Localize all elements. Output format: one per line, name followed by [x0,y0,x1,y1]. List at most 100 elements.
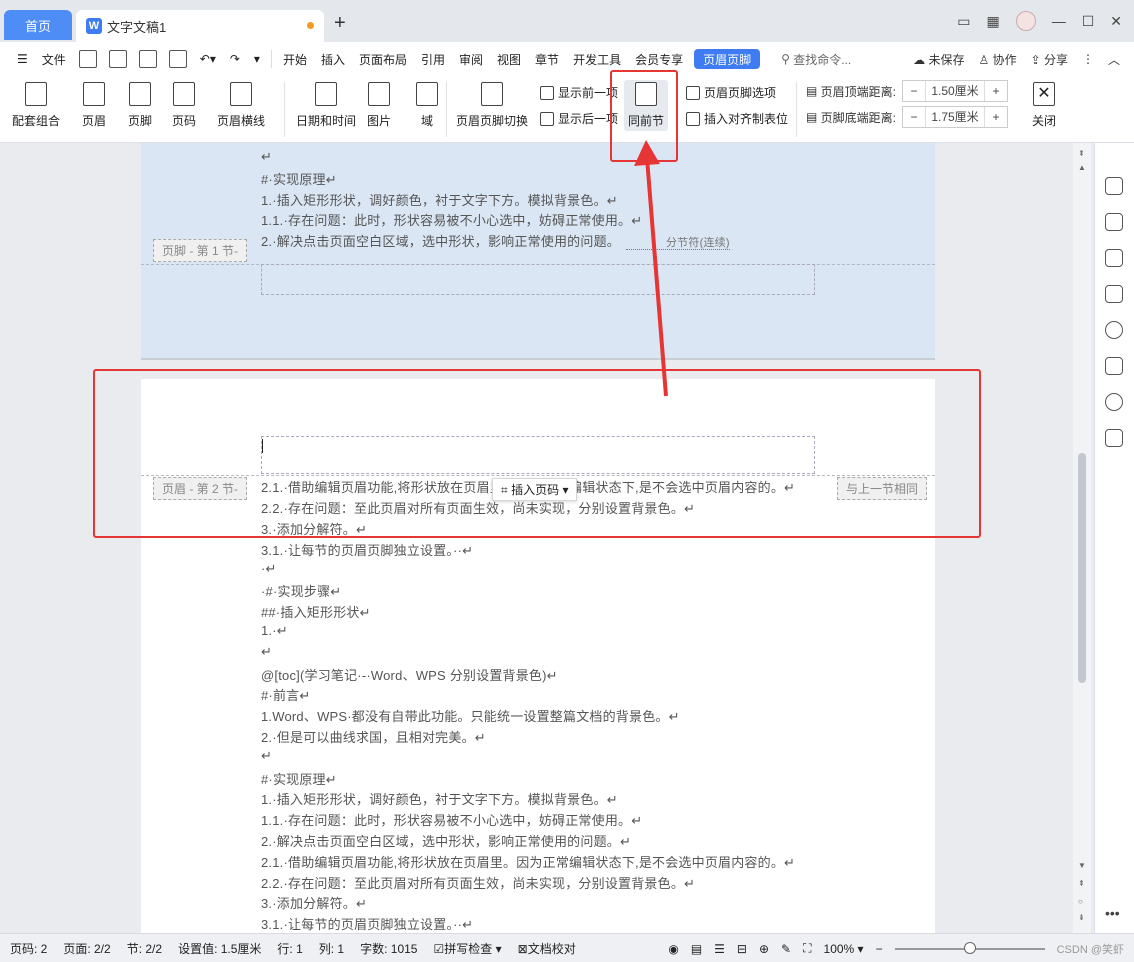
grid-view-icon[interactable]: ▦ [986,13,999,30]
decrease-icon[interactable]: − [903,84,925,98]
export-pdf-icon[interactable] [108,50,127,68]
status-words[interactable]: 字数: 1015 [360,940,417,957]
scroll-top-icon[interactable]: ⇞ [1078,149,1085,158]
page-view-icon[interactable]: ▤ [691,942,702,956]
document-tab[interactable]: W 文字文稿1 [76,10,324,42]
hf-options-button[interactable]: 页眉页脚选项 [686,84,776,101]
insert-align-tab-button[interactable]: 插入对齐制表位 [686,110,788,127]
minimize-icon[interactable]: — [1052,13,1066,29]
status-row[interactable]: 行: 1 [277,940,302,957]
sliders-icon[interactable] [1105,285,1123,303]
decrease-icon[interactable]: − [903,110,925,124]
top-distance-stepper[interactable]: −1.50厘米 + [902,80,1009,102]
hamburger-icon[interactable]: ☰ [10,42,35,76]
zoom-slider[interactable] [894,941,1045,954]
select-browse-icon[interactable]: ○ [1078,897,1083,906]
increase-icon[interactable]: + [985,84,1007,98]
draw-icon[interactable]: ✎ [781,942,791,956]
web-view-icon[interactable]: ⊕ [759,942,769,956]
new-tab-button[interactable]: + [334,12,346,35]
insert-page-number-button[interactable]: ⌗ 插入页码 ▾ [492,478,578,501]
eye-icon[interactable]: ◉ [668,942,678,956]
same-as-prev-button[interactable]: 同前节 [624,80,669,131]
footer-button[interactable]: 页脚 [128,82,152,129]
menu-start[interactable]: 开始 [276,42,314,76]
redo-icon[interactable]: ↷ [223,42,247,76]
document-workspace[interactable]: ↵ #·实现原理↵ 1.·插入矩形形状，调好颜色，衬于文字下方。模拟背景色。↵ … [0,143,1094,933]
status-col[interactable]: 列: 1 [319,940,344,957]
rocket-icon[interactable] [1105,177,1123,195]
more-icon[interactable]: ••• [1105,905,1120,921]
zoom-out-icon[interactable]: − [876,942,883,956]
undo-icon[interactable]: ↶▾ [193,42,223,76]
status-setting[interactable]: 设置值: 1.5厘米 [178,940,261,957]
avatar[interactable] [1015,11,1036,31]
maximize-icon[interactable]: ☐ [1082,13,1095,30]
menu-layout[interactable]: 页面布局 [352,42,414,76]
page-1-footer-area[interactable]: ↵ #·实现原理↵ 1.·插入矩形形状，调好颜色，衬于文字下方。模拟背景色。↵ … [141,143,935,360]
combo-button[interactable]: 配套组合 [12,82,60,129]
field-button[interactable]: 域 [416,82,438,129]
menu-review[interactable]: 审阅 [452,42,490,76]
scrollbar-thumb[interactable] [1078,453,1086,683]
header-button[interactable]: 页眉 [82,82,106,129]
print-preview-icon[interactable] [168,50,187,68]
more-quick-icon[interactable]: ▾ [247,42,267,76]
reading-mode-icon[interactable]: ▭ [957,13,970,30]
close-window-icon[interactable]: ✕ [1110,13,1122,30]
prev-page-icon[interactable]: ⇞ [1078,879,1085,888]
menu-file[interactable]: 文件 [35,42,73,76]
bottom-distance-stepper[interactable]: −1.75厘米 + [902,106,1009,128]
lightning-icon[interactable] [1105,393,1123,411]
status-section[interactable]: 节: 2/2 [127,940,162,957]
close-hf-button[interactable]: ✕ 关闭 [1032,82,1056,129]
page-number-button[interactable]: 页码 [172,82,196,129]
more-icon[interactable]: ⋮ [1082,52,1094,66]
unsaved-button[interactable]: ☁ 未保存 [913,51,964,68]
collapse-ribbon-icon[interactable]: ︿ [1108,51,1120,68]
top-distance-value[interactable]: 1.50厘米 [925,81,986,101]
header-line-button[interactable]: 页眉横线 [217,82,265,129]
page-2[interactable]: 页眉 - 第 2 节- 与上一节相同 2.1.·借助编辑页眉功能,将形状放在页眉… [141,379,935,933]
picture-button[interactable]: 图片 [367,82,391,129]
menu-member[interactable]: 会员专享 [628,42,690,76]
fit-icon[interactable]: ⛶ [803,941,811,956]
menu-view[interactable]: 视图 [490,42,528,76]
menu-reference[interactable]: 引用 [414,42,452,76]
next-page-icon[interactable]: ⇟ [1078,913,1085,922]
scroll-up-icon[interactable]: ▲ [1078,163,1086,172]
datetime-button[interactable]: 日期和时间 [296,82,356,129]
save-icon[interactable] [78,50,97,68]
outline-view-icon[interactable]: ☰ [714,942,725,956]
book-search-icon[interactable] [1105,429,1123,447]
show-prev-button[interactable]: 显示前一项 [540,84,618,101]
status-pages[interactable]: 页面: 2/2 [63,940,110,957]
show-next-button[interactable]: 显示后一项 [540,110,618,127]
cursor-icon[interactable] [1105,249,1123,267]
spell-check-button[interactable]: ☑拼写检查 ▾ [433,940,501,957]
menu-insert[interactable]: 插入 [314,42,352,76]
switch-button[interactable]: 页眉页脚切换 [456,82,528,129]
translate-icon[interactable] [1105,357,1123,375]
menu-header-footer[interactable]: 页眉页脚 [694,49,761,69]
footer-content-box[interactable] [261,264,815,295]
zoom-value[interactable]: 100% ▾ [824,942,864,956]
search-command[interactable]: ⚲ 查找命令... [774,42,858,76]
menu-devtools[interactable]: 开发工具 [566,42,628,76]
bottom-distance-value[interactable]: 1.75厘米 [925,107,986,127]
scroll-down-icon[interactable]: ▼ [1078,861,1086,870]
zoom-slider-knob[interactable] [963,941,976,954]
increase-icon[interactable]: + [985,110,1007,124]
pen-icon[interactable] [1105,213,1123,231]
vertical-scrollbar[interactable]: ⇞ ▲ ▼ ⇞ ○ ⇟ [1073,143,1091,933]
share-button[interactable]: ⇪ 分享 [1031,51,1068,68]
proofread-button[interactable]: ⊠文档校对 [518,940,576,957]
home-tab[interactable]: 首页 [4,10,72,40]
help-icon[interactable] [1105,321,1123,339]
print-icon[interactable] [138,50,157,68]
menu-chapter[interactable]: 章节 [528,42,566,76]
read-view-icon[interactable]: ⊟ [737,942,747,956]
status-page[interactable]: 页码: 2 [10,940,47,957]
collab-button[interactable]: ♙ 协作 [978,51,1016,68]
header-content-box[interactable] [261,436,815,474]
